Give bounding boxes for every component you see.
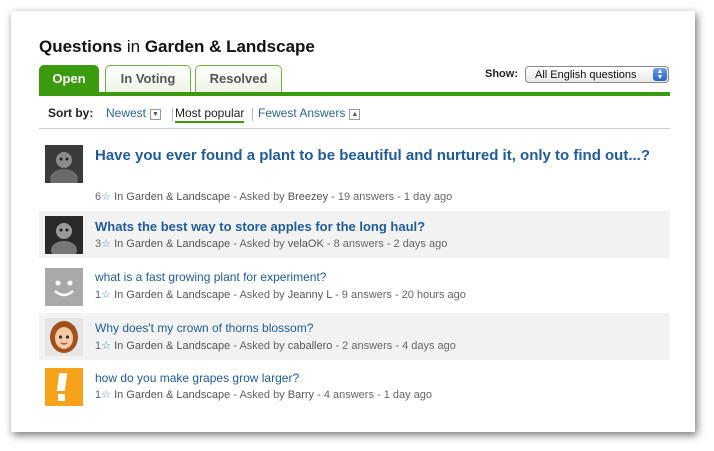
question-meta: 1☆ In Garden & Landscape - Asked by caba…	[95, 339, 456, 352]
select-arrows-icon: ▲ ▼	[653, 68, 667, 81]
tab-in-voting[interactable]: In Voting	[105, 65, 191, 92]
question-row: Have you ever found a plant to be beauti…	[39, 139, 670, 205]
sort-divider	[172, 108, 173, 121]
sort-fewest-answers[interactable]: Fewest Answers ▲	[258, 106, 361, 120]
question-title-link[interactable]: Why does't my crown of thorns blossom?	[95, 321, 313, 335]
language-select-value: All English questions	[535, 69, 637, 81]
sort-most-popular[interactable]: Most popular	[175, 106, 245, 123]
question-meta: 1☆ In Garden & Landscape - Asked by Barr…	[95, 388, 432, 401]
user-link[interactable]: Jeanny L	[288, 289, 332, 301]
user-link[interactable]: velaOK	[288, 238, 324, 250]
star-icon[interactable]: ☆	[101, 289, 111, 301]
asked-by-text: - Asked by	[233, 289, 285, 301]
tab-resolved[interactable]: Resolved	[195, 65, 282, 92]
question-title-link[interactable]: Have you ever found a plant to be beauti…	[95, 146, 655, 165]
sort-divider	[252, 108, 253, 121]
category-link[interactable]: In Garden & Landscape	[114, 191, 230, 203]
question-row: Why does't my crown of thorns blossom? 1…	[39, 313, 670, 360]
language-select[interactable]: All English questions ▲ ▼	[525, 66, 669, 83]
user-link[interactable]: Barry	[288, 389, 314, 401]
question-row: what is a fast growing plant for experim…	[39, 262, 670, 309]
star-icon[interactable]: ☆	[101, 340, 111, 352]
asked-by-text: - Asked by	[233, 238, 285, 250]
user-link[interactable]: caballero	[288, 340, 333, 352]
asked-by-text: - Asked by	[233, 191, 285, 203]
question-meta: 3☆ In Garden & Landscape - Asked by vela…	[95, 237, 447, 250]
sort-newest[interactable]: Newest ▼	[106, 106, 162, 120]
question-row: how do you make grapes grow larger? 1☆ I…	[39, 364, 670, 411]
user-link[interactable]: Breezey	[288, 191, 328, 203]
category-link[interactable]: In Garden & Landscape	[114, 289, 230, 301]
question-meta: 1☆ In Garden & Landscape - Asked by Jean…	[95, 288, 466, 301]
star-icon[interactable]: ☆	[101, 191, 111, 203]
question-meta: 6☆ In Garden & Landscape - Asked by Bree…	[95, 190, 452, 203]
title-questions: Questions	[39, 37, 123, 56]
answers-time-text: - 2 answers - 4 days ago	[335, 340, 456, 352]
sort-down-icon: ▼	[150, 109, 162, 120]
avatar-exclamation-icon[interactable]	[45, 368, 83, 406]
tab-underline-bar	[39, 92, 670, 96]
asked-by-text: - Asked by	[233, 389, 285, 401]
question-title-link[interactable]: what is a fast growing plant for experim…	[95, 270, 326, 284]
category-link[interactable]: In Garden & Landscape	[114, 340, 230, 352]
sort-up-icon: ▲	[349, 109, 361, 120]
tab-open[interactable]: Open	[39, 65, 99, 94]
asked-by-text: - Asked by	[233, 340, 285, 352]
star-icon[interactable]: ☆	[101, 238, 111, 250]
avatar-default-smiley-icon[interactable]	[45, 268, 83, 306]
sort-bar: Sort by: Newest ▼ Most popular Fewest Ans…	[39, 104, 670, 129]
question-row: Whats the best way to store apples for t…	[39, 211, 670, 258]
window-frame: Questions in Garden & Landscape Open In …	[11, 11, 695, 432]
sort-fewest-label: Fewest Answers	[258, 106, 346, 120]
show-label: Show:	[485, 68, 518, 80]
answers-time-text: - 19 answers - 1 day ago	[331, 191, 453, 203]
avatar-photo-icon[interactable]	[45, 216, 83, 254]
title-category: Garden & Landscape	[144, 37, 315, 56]
answers-time-text: - 8 answers - 2 days ago	[326, 238, 448, 250]
question-title-link[interactable]: Whats the best way to store apples for t…	[95, 219, 425, 234]
title-in: in	[126, 37, 141, 56]
answers-time-text: - 9 answers - 20 hours ago	[335, 289, 466, 301]
avatar-photo-icon[interactable]	[45, 145, 83, 183]
avatar-cartoon-girl-icon[interactable]	[45, 318, 83, 356]
star-icon[interactable]: ☆	[101, 389, 111, 401]
page-title: Questions in Garden & Landscape	[39, 37, 315, 57]
answers-time-text: - 4 answers - 1 day ago	[317, 389, 433, 401]
question-title-link[interactable]: how do you make grapes grow larger?	[95, 371, 299, 385]
category-link[interactable]: In Garden & Landscape	[114, 389, 230, 401]
category-link[interactable]: In Garden & Landscape	[114, 238, 230, 250]
sort-newest-label: Newest	[106, 106, 147, 120]
sort-label: Sort by:	[48, 106, 94, 120]
